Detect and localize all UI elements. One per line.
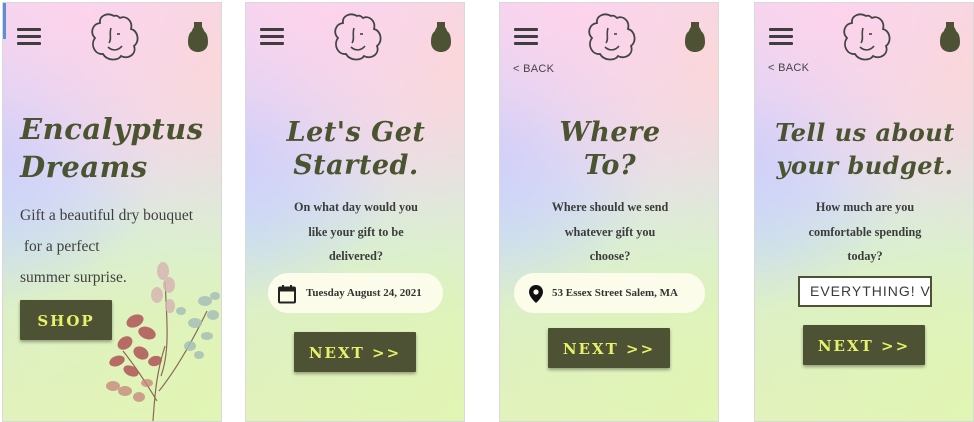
- address-field[interactable]: 53 Essex Street Salem, MA: [514, 273, 705, 313]
- question-line: delivered?: [329, 249, 383, 263]
- question-line: today?: [847, 249, 883, 263]
- address-value: 53 Essex Street Salem, MA: [552, 287, 678, 299]
- question-line: choose?: [589, 249, 631, 263]
- budget-select[interactable]: EVERYTHING! V: [798, 276, 932, 307]
- next-button[interactable]: NEXT >>: [294, 332, 416, 372]
- hamburger-menu-icon[interactable]: [260, 28, 284, 46]
- question-line: On what day would you: [294, 200, 418, 214]
- page-title: Where To?: [559, 117, 661, 181]
- calendar-icon: [278, 285, 296, 304]
- vase-cart-icon[interactable]: [939, 21, 961, 53]
- hero-subtitle-line: Gift a beautiful dry bouquet: [20, 207, 194, 224]
- question-text: On what day would you like your gift to …: [266, 195, 446, 269]
- face-logo-icon[interactable]: [330, 10, 384, 64]
- hero-title: Encalyptus Dreams: [20, 112, 204, 184]
- next-button[interactable]: NEXT >>: [803, 325, 925, 365]
- screen-delivery-date: Let's Get Started. On what day would you…: [245, 2, 465, 422]
- face-logo-icon[interactable]: [839, 10, 893, 64]
- next-button[interactable]: NEXT >>: [548, 328, 670, 368]
- question-line: whatever gift you: [564, 224, 656, 239]
- eucalyptus-bouquet-illustration: [106, 262, 220, 421]
- vase-cart-icon[interactable]: [684, 21, 706, 53]
- question-text: How much are you comfortable spending to…: [775, 195, 955, 269]
- page-title: Tell us about your budget.: [775, 118, 955, 180]
- screen-address: < BACK Where To? Where should we send wh…: [499, 2, 719, 422]
- screen-home: Encalyptus Dreams Gift a beautiful dry b…: [2, 2, 222, 422]
- face-logo-icon[interactable]: [584, 10, 638, 64]
- delivery-date-value: Tuesday August 24, 2021: [306, 287, 422, 299]
- back-link[interactable]: < BACK: [513, 63, 554, 75]
- hamburger-menu-icon[interactable]: [514, 28, 538, 46]
- vase-cart-icon[interactable]: [187, 21, 209, 53]
- question-line: comfortable spending: [808, 224, 922, 239]
- vase-cart-icon[interactable]: [430, 21, 452, 53]
- screen-budget: < BACK Tell us about your budget. How mu…: [754, 2, 974, 422]
- location-pin-icon: [529, 285, 543, 303]
- delivery-date-field[interactable]: Tuesday August 24, 2021: [268, 273, 443, 313]
- page-title: Let's Get Started.: [286, 117, 426, 181]
- question-line: like your gift to be: [308, 224, 404, 239]
- question-line: Where should we send: [551, 200, 669, 214]
- shop-button[interactable]: SHOP: [20, 300, 112, 340]
- question-line: How much are you: [815, 200, 915, 214]
- back-link[interactable]: < BACK: [768, 62, 809, 74]
- selection-edge-marker: [3, 3, 6, 39]
- hamburger-menu-icon[interactable]: [17, 28, 41, 46]
- hamburger-menu-icon[interactable]: [769, 28, 793, 46]
- face-logo-icon[interactable]: [87, 10, 141, 64]
- question-text: Where should we send whatever gift you c…: [520, 195, 700, 269]
